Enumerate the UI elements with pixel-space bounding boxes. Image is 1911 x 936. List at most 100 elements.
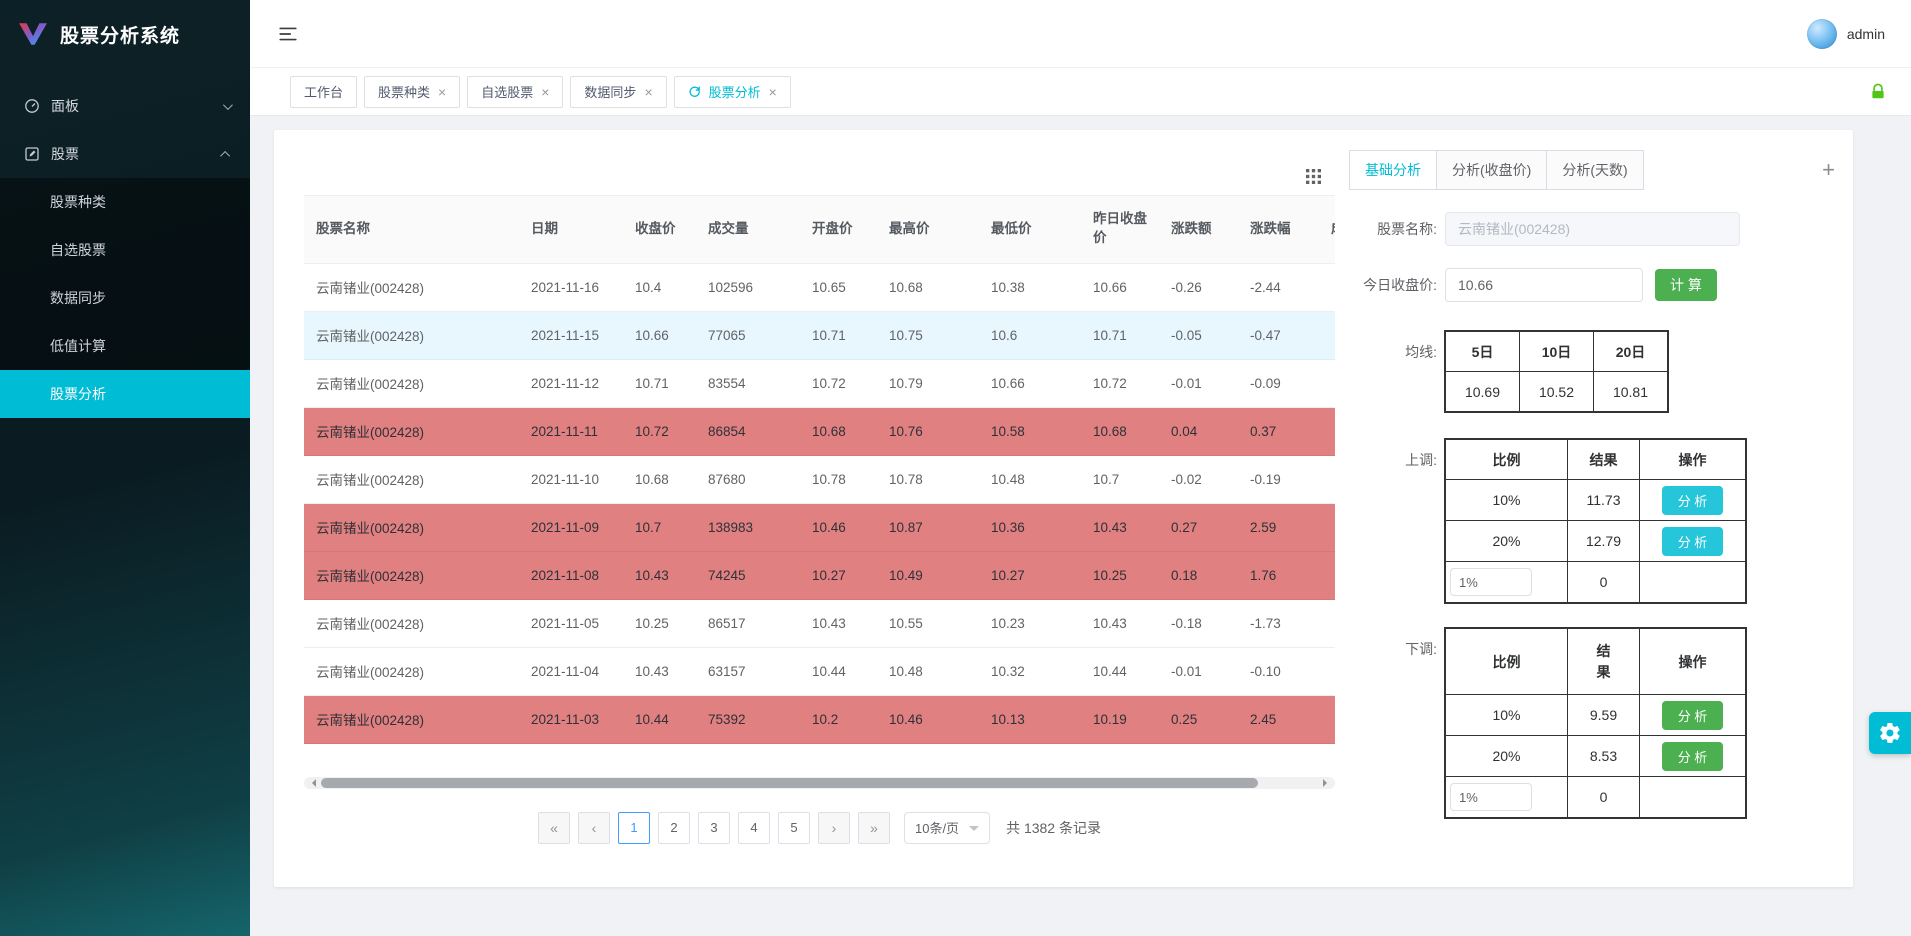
horizontal-scrollbar[interactable] [304, 776, 1335, 789]
table-row[interactable]: 云南锗业(002428) 2021-11-15 10.66 77065 10.71 10.… [304, 311, 1335, 360]
table-row[interactable]: 云南锗业(002428) 2021-11-04 10.43 63157 10.44 10.… [304, 647, 1335, 696]
table-cell: 63157 [696, 647, 800, 696]
table-cell: 10.36 [979, 503, 1081, 552]
analyze-button[interactable]: 分 析 [1661, 485, 1724, 515]
tab-item[interactable]: 股票分析 × [673, 75, 791, 108]
analyze-button[interactable]: 分 析 [1661, 741, 1724, 771]
table-row[interactable]: 云南锗业(002428) 2021-11-16 10.4 102596 10.65 10.… [304, 263, 1335, 312]
tab-item[interactable]: 工作台 [290, 75, 358, 108]
sidebar-item-stock[interactable]: 股票 [0, 130, 250, 178]
analysis-tab[interactable]: 分析(收盘价) [1436, 150, 1548, 190]
down-body: 10%9.59 分 析 20%8.53 分 析 0 [1445, 694, 1746, 818]
sidebar-subitem[interactable]: 数据同步 [0, 274, 250, 322]
tab-label: 股票分析 [708, 85, 761, 100]
table-row[interactable]: 云南锗业(002428) 2021-11-11 10.72 86854 10.68 10.… [304, 407, 1335, 456]
table-cell: 10.68 [800, 407, 877, 456]
table-cell [1323, 503, 1335, 552]
table-row[interactable]: 云南锗业(002428) 2021-11-05 10.25 86517 10.43 10.… [304, 599, 1335, 648]
add-tab-button[interactable]: + [1818, 159, 1839, 181]
down-adjust-table: 比例 结果 操作 10%9.59 分 析 20%8.53 分 析 0 [1445, 628, 1746, 818]
table-cell: 2021-11-16 [519, 263, 623, 312]
page-button[interactable]: 2 [657, 811, 690, 844]
table-row[interactable]: 云南锗业(002428) 2021-11-03 10.44 75392 10.2 10.4… [304, 695, 1335, 744]
column-header: 成交量 [696, 196, 800, 264]
table-row[interactable]: 云南锗业(002428) 2021-11-10 10.68 87680 10.78 10.… [304, 455, 1335, 504]
table-cell: 10.2 [800, 695, 877, 744]
user-info[interactable]: admin [1806, 18, 1885, 49]
today-close-input[interactable] [1445, 268, 1643, 302]
analyze-button[interactable]: 分 析 [1661, 526, 1724, 556]
table-cell [1323, 455, 1335, 504]
app-logo: 股票分析系统 [0, 0, 250, 68]
menu-fold-icon[interactable] [278, 25, 298, 43]
result-cell: 8.53 [1567, 735, 1640, 777]
stock-table-body: 云南锗业(002428) 2021-11-16 10.4 102596 10.65 10.… [304, 263, 1335, 744]
tab-label: 自选股票 [481, 85, 534, 100]
page-button[interactable]: 1 [617, 811, 650, 844]
scrollbar-thumb[interactable] [321, 777, 1258, 788]
tab-label: 数据同步 [584, 85, 637, 100]
table-cell: 10.48 [877, 647, 979, 696]
analyze-button[interactable]: 分 析 [1661, 700, 1724, 730]
stock-name-input[interactable] [1445, 212, 1740, 246]
sidebar-item-panel[interactable]: 面板 [0, 82, 250, 130]
tab-item[interactable]: 自选股票 × [467, 75, 564, 108]
table-cell: 10.66 [979, 359, 1081, 408]
prev-page-button[interactable]: ‹ [577, 811, 610, 844]
scroll-left-arrow-icon[interactable] [308, 778, 316, 787]
table-cell: 10.43 [623, 551, 696, 600]
analysis-tab[interactable]: 分析(天数) [1546, 150, 1644, 190]
table-cell: -1.73 [1238, 599, 1323, 648]
up-row: 10% 11.73 分 析 [1445, 479, 1746, 521]
table-cell: 云南锗业(002428) [304, 695, 519, 744]
page-button[interactable]: 5 [777, 811, 810, 844]
table-cell: -0.05 [1159, 311, 1238, 360]
sidebar-subitem[interactable]: 股票种类 [0, 178, 250, 226]
table-cell: 10.23 [979, 599, 1081, 648]
table-row[interactable]: 云南锗业(002428) 2021-11-12 10.71 83554 10.72 10.… [304, 359, 1335, 408]
tab-item[interactable]: 数据同步 × [570, 75, 667, 108]
sidebar-subitem[interactable]: 低值计算 [0, 322, 250, 370]
table-row[interactable]: 云南锗业(002428) 2021-11-09 10.7 138983 10.46 10.… [304, 503, 1335, 552]
close-icon[interactable]: × [644, 85, 652, 99]
custom-ratio-input[interactable] [1450, 568, 1532, 596]
close-icon[interactable]: × [541, 85, 549, 99]
grid-icon[interactable] [1306, 169, 1321, 184]
settings-fab[interactable] [1869, 712, 1911, 754]
sidebar-subitem[interactable]: 自选股票 [0, 226, 250, 274]
table-cell [1323, 407, 1335, 456]
sidebar-item-label: 股票 [51, 146, 79, 162]
page-button[interactable]: 4 [737, 811, 770, 844]
table-cell: 10.44 [1081, 647, 1159, 696]
custom-action-cell [1639, 561, 1746, 603]
custom-ratio-input[interactable] [1450, 783, 1532, 811]
table-cell: 10.76 [877, 407, 979, 456]
page-button[interactable]: 3 [697, 811, 730, 844]
table-cell: 10.43 [1081, 503, 1159, 552]
lock-icon[interactable] [1869, 83, 1887, 101]
table-cell: 10.7 [623, 503, 696, 552]
table-cell: 2021-11-12 [519, 359, 623, 408]
up-header-cell: 比例 [1445, 439, 1568, 480]
table-cell: 2021-11-05 [519, 599, 623, 648]
gear-icon [1878, 721, 1902, 745]
table-cell: 75392 [696, 695, 800, 744]
app-title: 股票分析系统 [60, 25, 181, 47]
close-icon[interactable]: × [438, 85, 446, 99]
close-icon[interactable]: × [769, 85, 777, 99]
table-cell: 2021-11-04 [519, 647, 623, 696]
next-page-button[interactable]: › [817, 811, 850, 844]
scrollbar-track[interactable] [319, 777, 1320, 788]
sidebar-subitem[interactable]: 股票分析 [0, 370, 250, 418]
analysis-tab[interactable]: 基础分析 [1349, 150, 1437, 190]
last-page-button[interactable]: » [857, 811, 890, 844]
scroll-right-arrow-icon[interactable] [1323, 778, 1331, 787]
table-row[interactable]: 云南锗业(002428) 2021-11-08 10.43 74245 10.27 10.… [304, 551, 1335, 600]
calculate-button[interactable]: 计 算 [1655, 269, 1717, 301]
table-cell: 102596 [696, 263, 800, 312]
moving-average-section: 均线: 5日 10日 20日 10.69 10.52 10.81 [1349, 331, 1839, 412]
ma-value-cell: 10.52 [1519, 371, 1594, 412]
page-size-select[interactable]: 10条/页 [903, 811, 991, 844]
first-page-button[interactable]: « [537, 811, 570, 844]
tab-item[interactable]: 股票种类 × [364, 75, 461, 108]
